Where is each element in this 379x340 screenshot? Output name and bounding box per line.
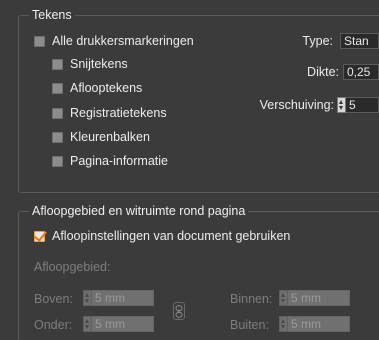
color-bars-checkbox[interactable]: Kleurenbalken <box>52 129 150 145</box>
bleed-marks-checkbox[interactable]: Aflooptekens <box>52 80 142 96</box>
page-information-check[interactable] <box>52 155 63 167</box>
page-information-label: Pagina-informatie <box>70 154 168 168</box>
marks-group-title: Tekens <box>29 8 75 23</box>
offset-input[interactable]: 5 <box>346 97 379 113</box>
top-bleed-field[interactable]: 5 mm <box>83 290 154 306</box>
type-label: Type: <box>302 34 333 48</box>
all-printer-marks-check[interactable] <box>34 35 45 47</box>
inside-bleed-stepper[interactable] <box>279 290 288 306</box>
bleed-label: Afloopgebied: <box>34 260 111 274</box>
top-bleed-input[interactable]: 5 mm <box>92 290 154 306</box>
outside-bleed-label: Buiten: <box>230 318 269 332</box>
offset-stepper-field[interactable]: 5 <box>337 97 379 113</box>
all-printer-marks-checkbox[interactable]: Alle drukkersmarkeringen <box>34 33 194 49</box>
bleed-marks-label: Aflooptekens <box>70 81 143 95</box>
registration-marks-check[interactable] <box>52 107 63 119</box>
crop-marks-checkbox[interactable]: Snijtekens <box>52 56 128 72</box>
outside-bleed-input[interactable]: 5 mm <box>288 316 350 332</box>
inside-bleed-label: Binnen: <box>230 292 273 306</box>
use-document-bleed-label: Afloopinstellingen van document gebruike… <box>52 229 291 243</box>
offset-label: Verschuiving: <box>259 98 334 112</box>
top-bleed-stepper[interactable] <box>83 290 92 306</box>
type-dropdown[interactable]: Stan <box>340 33 379 49</box>
bleed-group-title: Afloopgebied en witruimte rond pagina <box>29 204 249 219</box>
inside-bleed-input[interactable]: 5 mm <box>288 290 350 306</box>
bottom-bleed-stepper[interactable] <box>83 316 92 332</box>
thickness-dropdown[interactable]: 0,25 <box>343 64 379 80</box>
bottom-bleed-input[interactable]: 5 mm <box>92 316 154 332</box>
chain-link-icon <box>175 304 183 318</box>
crop-marks-label: Snijtekens <box>70 57 128 71</box>
thickness-label: Dikte: <box>307 65 339 79</box>
bottom-bleed-label: Onder: <box>34 318 73 332</box>
offset-stepper[interactable] <box>337 97 346 113</box>
inside-bleed-field[interactable]: 5 mm <box>279 290 350 306</box>
bottom-bleed-field[interactable]: 5 mm <box>83 316 154 332</box>
link-bleed-button[interactable] <box>173 302 185 320</box>
registration-marks-label: Registratietekens <box>70 106 167 120</box>
color-bars-check[interactable] <box>52 131 63 143</box>
outside-bleed-stepper[interactable] <box>279 316 288 332</box>
all-printer-marks-label: Alle drukkersmarkeringen <box>52 34 194 48</box>
use-document-bleed-check[interactable] <box>34 230 45 242</box>
registration-marks-checkbox[interactable]: Registratietekens <box>52 105 167 121</box>
color-bars-label: Kleurenbalken <box>70 130 150 144</box>
outside-bleed-field[interactable]: 5 mm <box>279 316 350 332</box>
top-bleed-label: Boven: <box>34 292 73 306</box>
page-information-checkbox[interactable]: Pagina-informatie <box>52 153 168 169</box>
print-marks-bleed-panel: Tekens Alle drukkersmarkeringen Snijteke… <box>0 0 379 340</box>
use-document-bleed-checkbox[interactable]: Afloopinstellingen van document gebruike… <box>34 228 290 244</box>
crop-marks-check[interactable] <box>52 58 63 70</box>
bleed-marks-check[interactable] <box>52 82 63 94</box>
